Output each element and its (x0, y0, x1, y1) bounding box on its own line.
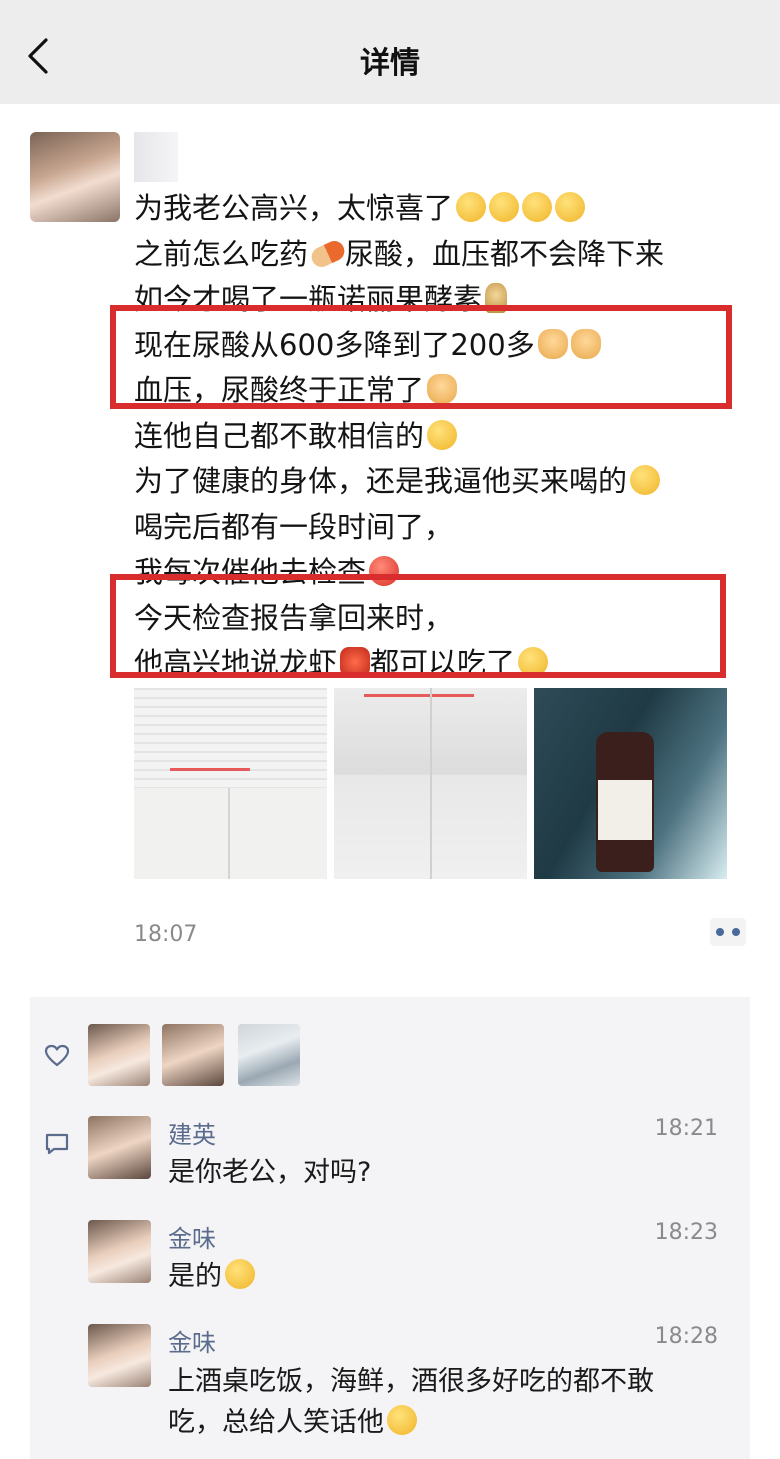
commenter-name[interactable]: 金味 (168, 1323, 216, 1358)
victory-hand-emoji-icon (570, 328, 601, 359)
post-line: 如今才喝了一瓶诺丽果酵素 (134, 277, 754, 323)
praying-hands-emoji-icon (427, 374, 458, 404)
wink-emoji-icon (630, 465, 661, 495)
liker-avatar[interactable] (162, 1024, 224, 1086)
comment-time: 18:23 (654, 1220, 718, 1245)
comment-time: 18:28 (654, 1324, 718, 1349)
laughing-emoji-icon (456, 192, 487, 222)
smirk-emoji-icon (387, 1405, 417, 1435)
commenter-avatar[interactable] (88, 1220, 151, 1283)
commenter-avatar[interactable] (88, 1324, 151, 1387)
post-line: 我每次催他去检查 (134, 550, 754, 596)
commenter-name[interactable]: 金味 (168, 1219, 216, 1254)
liker-avatar[interactable] (88, 1024, 150, 1086)
page-title: 详情 (360, 46, 420, 81)
post-line: 血压，尿酸终于正常了 (134, 368, 754, 414)
comment-text: 上酒桌吃饭，海鲜，酒很多好吃的都不敢吃，总给人笑话他 (168, 1366, 654, 1438)
angry-emoji-icon (369, 556, 400, 586)
hugging-emoji-icon (522, 192, 553, 222)
more-options-icon[interactable] (710, 918, 746, 946)
nav-bar: 详情 (0, 0, 780, 104)
smirk-emoji-icon (427, 419, 458, 450)
post-photo[interactable] (334, 688, 527, 879)
post-line: 今天检查报告拿回来时， (134, 600, 454, 635)
liker-avatar[interactable] (238, 1024, 300, 1086)
pill-emoji-icon (308, 237, 348, 270)
post-line: 之前怎么吃药 尿酸，血压都不会降下来 (134, 236, 665, 271)
post-line: 连他自己都不敢相信的 (134, 414, 754, 460)
post-line: 现在尿酸从600多降到了200多 (134, 323, 754, 369)
post-photo[interactable] (134, 688, 327, 879)
post-photo[interactable] (534, 688, 727, 879)
hugging-emoji-icon (555, 192, 586, 222)
victory-hand-emoji-icon (537, 328, 568, 359)
author-name-redacted[interactable] (134, 132, 178, 182)
heart-icon (44, 1043, 70, 1069)
laughing-emoji-icon (489, 192, 520, 222)
post-timestamp: 18:07 (134, 922, 198, 947)
smirk-emoji-icon (518, 647, 549, 677)
post-content: 为我老公高兴，太惊喜了 之前怎么吃药 尿酸，血压都不会降下来 如今才喝了一瓶诺丽果… (134, 186, 754, 687)
post-line: 喝完后都有一段时间了， (134, 509, 454, 544)
post-line: 为了健康的身体，还是我逼他买来喝的 (134, 459, 754, 505)
lobster-emoji-icon (340, 647, 371, 677)
post-line: 为我老公高兴，太惊喜了 (134, 186, 754, 232)
comment-text: 是你老公，对吗? (168, 1157, 372, 1188)
commenter-avatar[interactable] (88, 1116, 151, 1179)
comment-text: 是的 (168, 1256, 728, 1297)
comment-icon (44, 1132, 70, 1156)
honey-jar-emoji-icon (485, 283, 508, 313)
post-line: 他高兴地说龙虾 都可以吃了 (134, 641, 754, 687)
comment-time: 18:21 (654, 1116, 718, 1141)
bottle-label (598, 780, 652, 840)
grin-emoji-icon (225, 1259, 255, 1289)
author-avatar[interactable] (30, 132, 120, 222)
commenter-name[interactable]: 建英 (168, 1115, 216, 1150)
